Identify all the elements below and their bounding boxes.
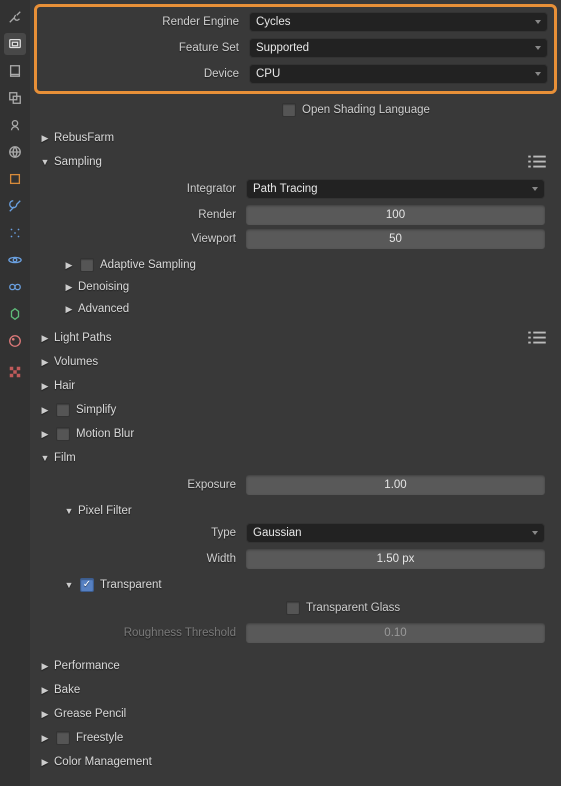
osl-label: Open Shading Language [302, 104, 430, 116]
roughness-threshold-field: 0.10 [246, 623, 545, 643]
filter-type-dropdown[interactable]: Gaussian [246, 523, 545, 543]
disclosure-icon [40, 157, 50, 167]
filter-width-field[interactable]: 1.50 px [246, 549, 545, 569]
world-tab-icon[interactable] [4, 141, 26, 163]
freestyle-checkbox[interactable] [56, 731, 70, 745]
panel-list: RebusFarm Sampling Integrator Path Traci… [30, 126, 561, 786]
panel-hair[interactable]: Hair [40, 374, 561, 398]
render-engine-label: Render Engine [43, 16, 249, 28]
motion-blur-checkbox[interactable] [56, 427, 70, 441]
output-tab-icon[interactable] [4, 60, 26, 82]
integrator-dropdown[interactable]: Path Tracing [246, 179, 545, 199]
panel-simplify[interactable]: Simplify [40, 398, 561, 422]
render-samples-label: Render [40, 209, 246, 221]
device-label: Device [43, 68, 249, 80]
simplify-checkbox[interactable] [56, 403, 70, 417]
physics-tab-icon[interactable] [4, 249, 26, 271]
subpanel-adaptive-sampling[interactable]: Adaptive Sampling [64, 254, 545, 276]
disclosure-icon [40, 333, 50, 344]
panel-film[interactable]: Film [40, 446, 561, 470]
panel-motion-blur[interactable]: Motion Blur [40, 422, 561, 446]
disclosure-icon [40, 661, 50, 672]
film-body: Exposure 1.00 Pixel Filter Type Gaussian… [40, 470, 561, 654]
data-tab-icon[interactable] [4, 303, 26, 325]
object-tab-icon[interactable] [4, 168, 26, 190]
transparent-glass-checkbox[interactable] [286, 601, 300, 615]
viewport-samples-label: Viewport [40, 233, 246, 245]
render-engine-section: Render Engine Cycles Feature Set Support… [34, 4, 557, 94]
subpanel-denoising[interactable]: Denoising [64, 276, 545, 298]
disclosure-icon [40, 453, 50, 463]
panel-grease-pencil[interactable]: Grease Pencil [40, 702, 561, 726]
exposure-field[interactable]: 1.00 [246, 475, 545, 495]
panel-volumes[interactable]: Volumes [40, 350, 561, 374]
exposure-label: Exposure [40, 479, 246, 491]
properties-panel: Render Engine Cycles Feature Set Support… [30, 0, 561, 786]
preset-icon[interactable] [527, 154, 547, 170]
disclosure-icon [64, 304, 74, 315]
panel-performance[interactable]: Performance [40, 654, 561, 678]
render-samples-field[interactable]: 100 [246, 205, 545, 225]
integrator-label: Integrator [40, 183, 246, 195]
transparent-checkbox[interactable] [80, 578, 94, 592]
device-dropdown[interactable]: CPU [249, 64, 548, 84]
panel-light-paths[interactable]: Light Paths [40, 326, 561, 350]
disclosure-icon [64, 506, 74, 516]
scene-tab-icon[interactable] [4, 114, 26, 136]
panel-color-management[interactable]: Color Management [40, 750, 561, 774]
disclosure-icon [40, 381, 50, 392]
panel-sampling[interactable]: Sampling [40, 150, 561, 174]
disclosure-icon [64, 580, 74, 590]
sampling-body: Integrator Path Tracing Render 100 Viewp… [40, 174, 561, 326]
subpanel-advanced[interactable]: Advanced [64, 298, 545, 320]
viewlayer-tab-icon[interactable] [4, 87, 26, 109]
osl-checkbox[interactable] [282, 103, 296, 117]
material-tab-icon[interactable] [4, 330, 26, 352]
disclosure-icon [40, 133, 50, 144]
disclosure-icon [64, 260, 74, 271]
panel-bake[interactable]: Bake [40, 678, 561, 702]
roughness-threshold-label: Roughness Threshold [40, 627, 246, 639]
constraint-tab-icon[interactable] [4, 276, 26, 298]
disclosure-icon [40, 733, 50, 744]
feature-set-label: Feature Set [43, 42, 249, 54]
disclosure-icon [40, 357, 50, 368]
subpanel-transparent[interactable]: Transparent [64, 574, 545, 596]
disclosure-icon [64, 282, 74, 293]
particle-tab-icon[interactable] [4, 222, 26, 244]
feature-set-dropdown[interactable]: Supported [249, 38, 548, 58]
disclosure-icon [40, 685, 50, 696]
modifier-tab-icon[interactable] [4, 195, 26, 217]
preset-icon[interactable] [527, 330, 547, 346]
transparent-glass-label: Transparent Glass [306, 602, 400, 614]
disclosure-icon [40, 405, 50, 416]
viewport-samples-field[interactable]: 50 [246, 229, 545, 249]
filter-type-label: Type [40, 527, 246, 539]
panel-rebusfarm[interactable]: RebusFarm [40, 126, 561, 150]
tool-tab-icon[interactable] [4, 6, 26, 28]
properties-tab-column [0, 0, 30, 786]
filter-width-label: Width [40, 553, 246, 565]
subpanel-pixel-filter[interactable]: Pixel Filter [64, 500, 545, 522]
disclosure-icon [40, 709, 50, 720]
texture-tab-icon[interactable] [4, 361, 26, 383]
render-engine-dropdown[interactable]: Cycles [249, 12, 548, 32]
render-tab-icon[interactable] [4, 33, 26, 55]
disclosure-icon [40, 429, 50, 440]
adaptive-sampling-checkbox[interactable] [80, 258, 94, 272]
disclosure-icon [40, 757, 50, 768]
panel-freestyle[interactable]: Freestyle [40, 726, 561, 750]
